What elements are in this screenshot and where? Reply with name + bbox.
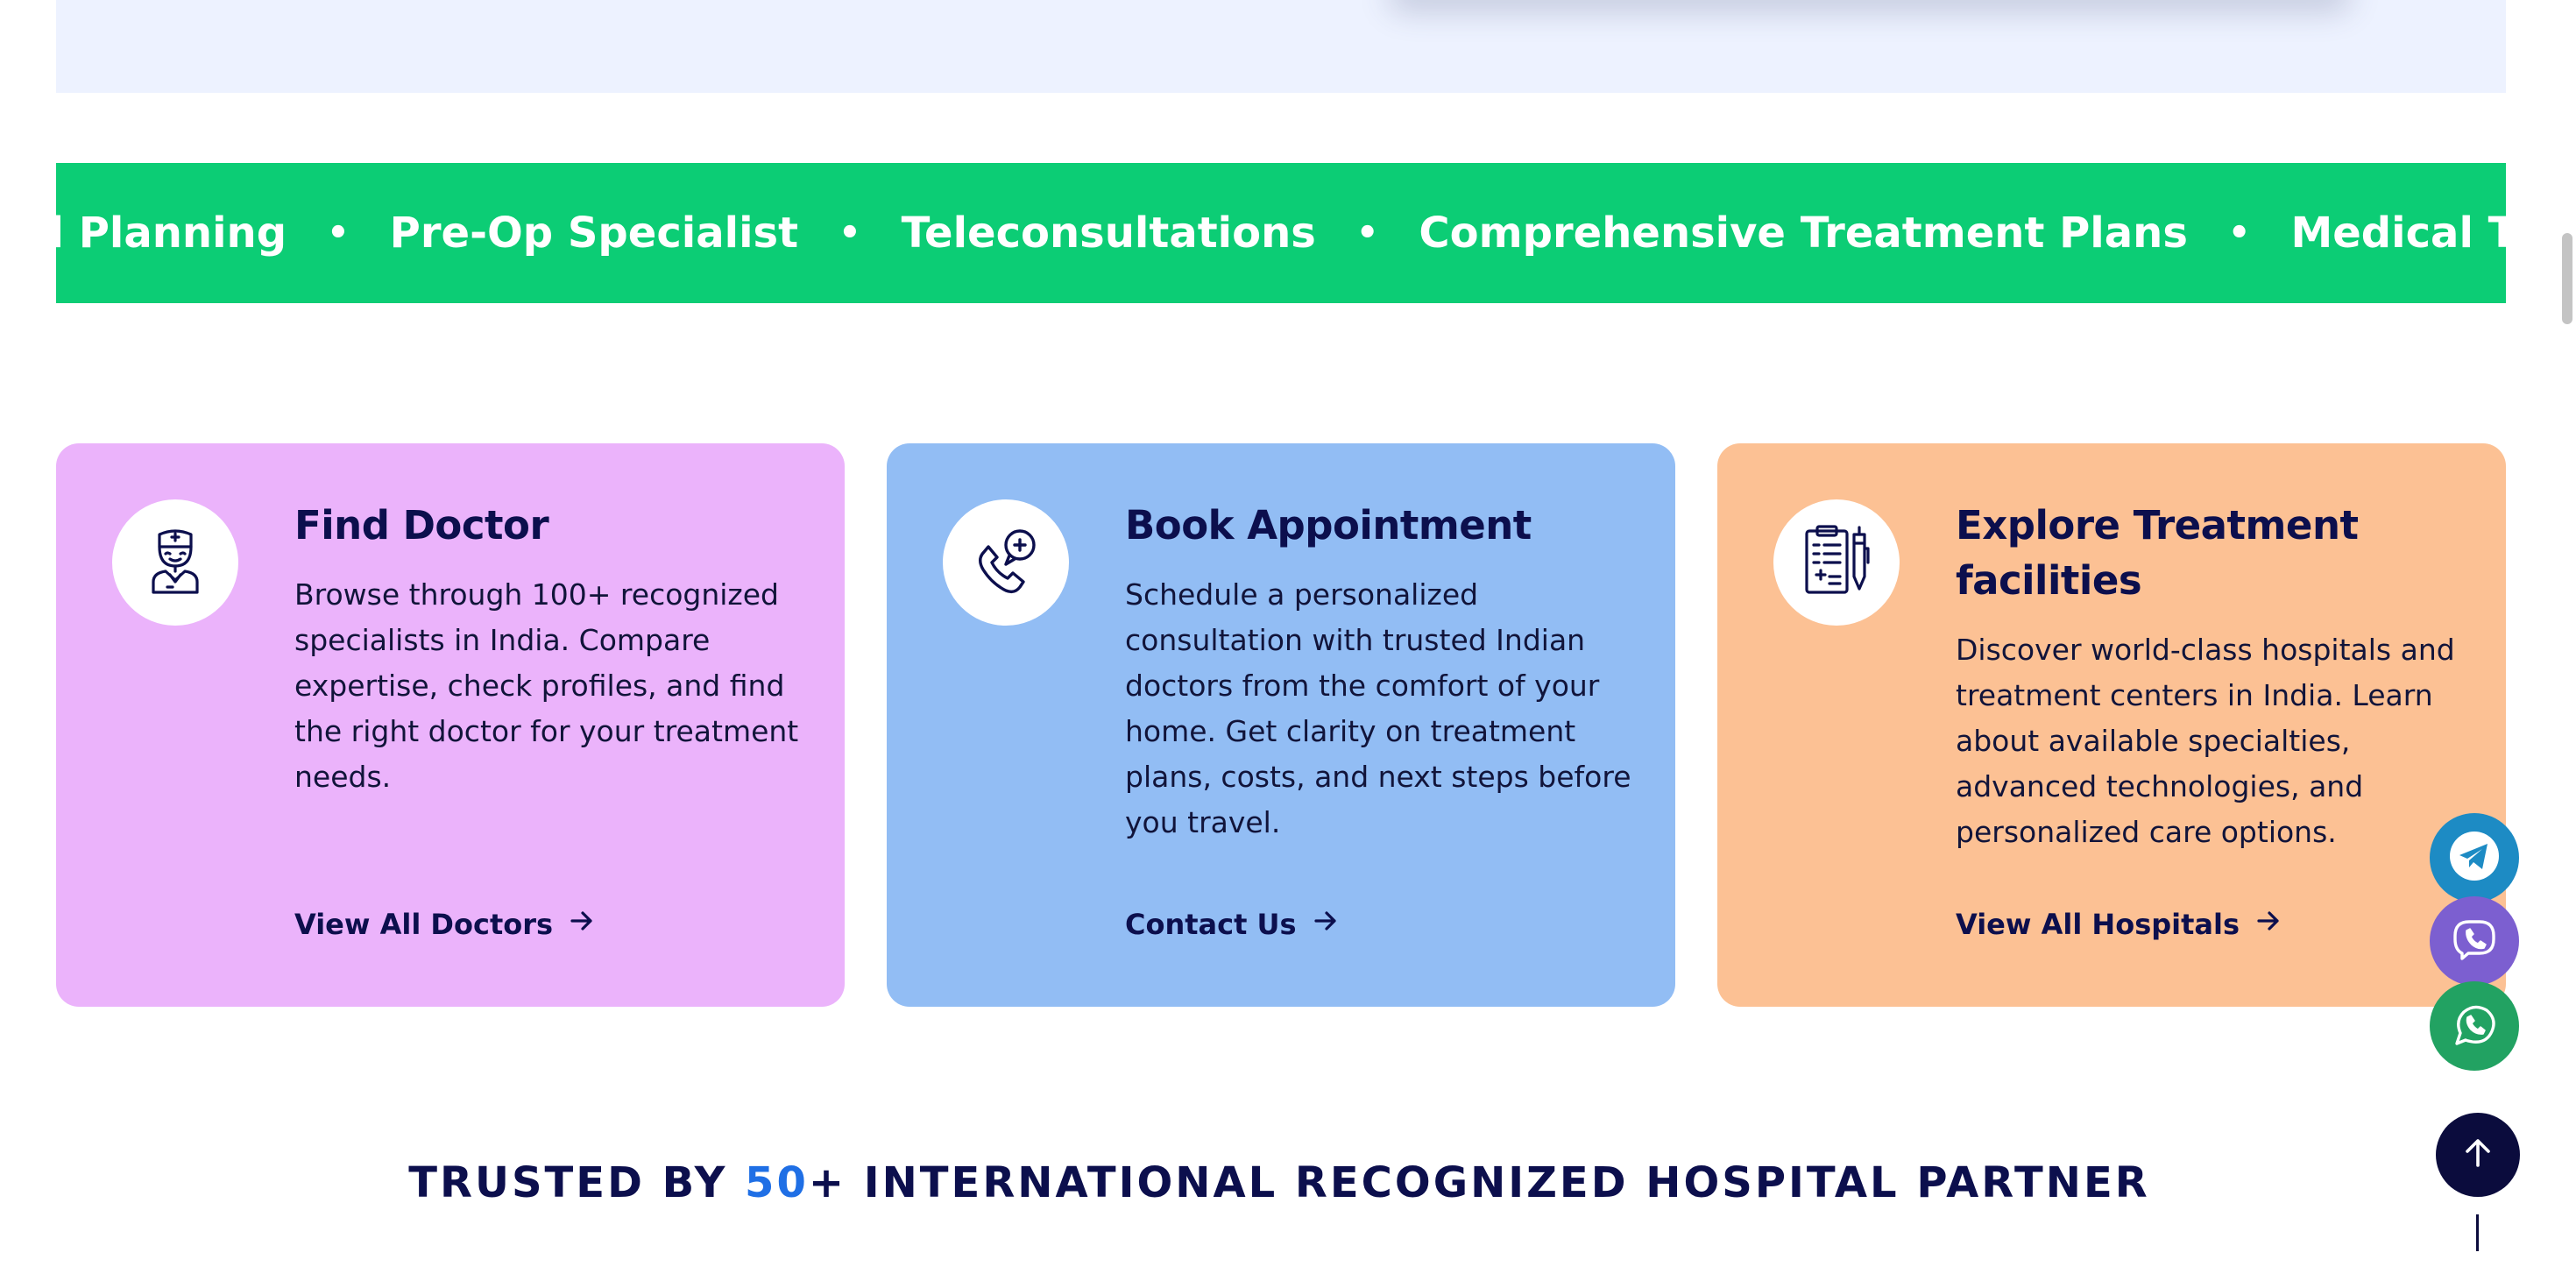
marquee-separator: •	[327, 213, 350, 253]
link-label: View All Hospitals	[1956, 908, 2240, 941]
trusted-suffix: + INTERNATIONAL RECOGNIZED HOSPITAL PART…	[808, 1158, 2150, 1207]
link-label: View All Doctors	[294, 908, 554, 941]
marquee-item: Comprehensive Treatment Plans	[1419, 209, 2188, 258]
card-title: Explore Treatment facilities	[1956, 502, 2359, 604]
icon-circle	[112, 499, 238, 626]
book-appointment-card: Book Appointment Schedule a personalized…	[887, 443, 1675, 1007]
viber-icon	[2448, 913, 2501, 969]
card-description: Discover world-class hospitals and treat…	[1956, 633, 2455, 849]
marquee-item: Teleconsultations	[901, 209, 1316, 258]
card-title: Book Appointment	[1125, 502, 1532, 548]
scrollbar-thumb[interactable]	[2562, 233, 2572, 324]
trusted-partners-heading: TRUSTED BY 50+ INTERNATIONAL RECOGNIZED …	[0, 1158, 2558, 1207]
services-marquee: el Planning • Pre-Op Specialist • Teleco…	[56, 163, 2506, 303]
phone-plus-icon	[971, 526, 1041, 599]
icon-circle	[943, 499, 1069, 626]
marquee-item: el Planning	[56, 209, 287, 258]
find-doctor-card: Find Doctor Browse through 100+ recogniz…	[56, 443, 845, 1007]
marquee-separator: •	[1355, 213, 1379, 253]
marquee-item: Pre-Op Specialist	[389, 209, 799, 258]
viber-button[interactable]	[2430, 896, 2519, 986]
whatsapp-icon	[2448, 998, 2501, 1054]
card-body: Explore Treatment facilities Discover wo…	[1956, 498, 2464, 855]
marquee-separator: •	[839, 213, 861, 253]
marquee-item: Medical Travel Planning	[2290, 209, 2506, 258]
page-scrollbar[interactable]	[2558, 0, 2576, 1288]
explore-treatment-card: Explore Treatment facilities Discover wo…	[1717, 443, 2506, 1007]
arrow-right-icon	[1313, 908, 1339, 941]
card-body: Book Appointment Schedule a personalized…	[1125, 498, 1633, 846]
whatsapp-button[interactable]	[2430, 981, 2519, 1071]
hero-section-bottom	[56, 0, 2506, 93]
contact-us-link[interactable]: Contact Us	[1125, 908, 1339, 941]
card-description: Schedule a personalized consultation wit…	[1125, 577, 1631, 839]
link-label: Contact Us	[1125, 908, 1297, 941]
scroll-progress-line	[2476, 1214, 2479, 1251]
card-description: Browse through 100+ recognized specialis…	[294, 577, 799, 794]
telegram-button[interactable]	[2430, 813, 2519, 902]
view-all-doctors-link[interactable]: View All Doctors	[294, 908, 595, 941]
marquee-separator: •	[2227, 213, 2251, 253]
icon-circle	[1773, 499, 1900, 626]
marquee-track: el Planning • Pre-Op Specialist • Teleco…	[56, 163, 2506, 303]
arrow-right-icon	[569, 908, 595, 941]
card-body: Find Doctor Browse through 100+ recogniz…	[294, 498, 803, 800]
view-all-hospitals-link[interactable]: View All Hospitals	[1956, 908, 2282, 941]
clipboard-pen-icon	[1801, 524, 1872, 601]
telegram-icon	[2448, 830, 2501, 886]
trusted-prefix: TRUSTED BY	[408, 1158, 746, 1207]
card-title: Find Doctor	[294, 502, 549, 548]
arrow-right-icon	[2255, 908, 2282, 941]
trusted-number: 50	[745, 1158, 809, 1207]
doctor-icon	[146, 526, 204, 599]
